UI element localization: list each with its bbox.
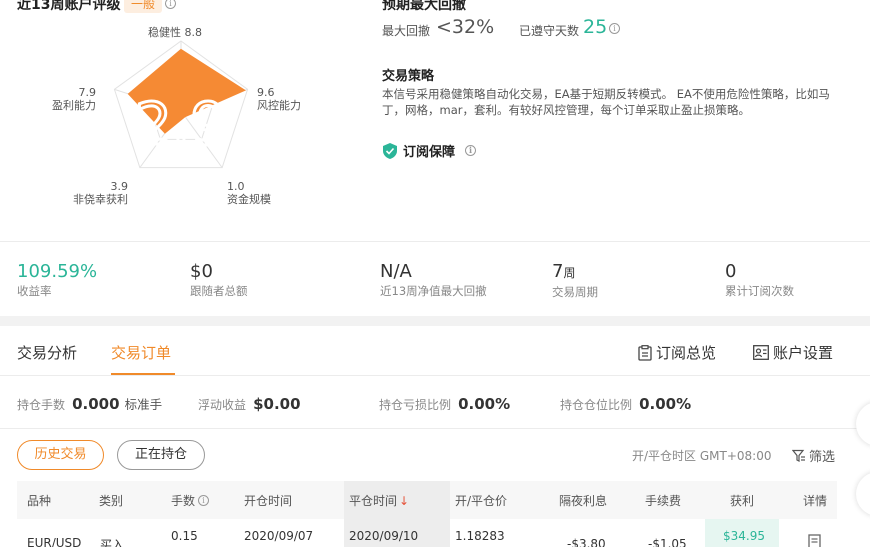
guarantee-label: 订阅保障 [403,145,456,160]
position-size-ratio: 持仓仓位比例 0.00% [560,395,692,413]
stat-return: 109.59% 收益率 [17,261,98,298]
cell-fee: -$1.05 [648,537,687,547]
th-swap: 隔夜利息 [559,494,608,508]
stat-max-drawdown: N/A 近13周净值最大回撤 [380,261,487,298]
th-lots: 手数 i [171,492,210,509]
history-trades-button[interactable]: 历史交易 [17,440,104,470]
filter-button[interactable]: 筛选 [792,446,835,465]
info-icon[interactable]: i [465,145,477,156]
radar-score-text: 2.9 [135,90,227,158]
shield-check-icon [383,142,397,159]
tab-trade-analysis[interactable]: 交易分析 [17,342,77,363]
th-profit: 获利 [730,494,755,508]
drawdown-title: 预期最大回撤 [382,0,466,13]
radar-axis-nonluck: 3.9 非侥幸获利 [73,180,128,206]
cell-price: 1.18283 [455,529,505,543]
th-open-time: 开仓时间 [244,494,293,508]
strategy-title: 交易策略 [382,69,435,84]
divider [0,241,870,242]
floating-profit: 浮动收益 $0.00 [198,395,301,413]
th-price: 开/平仓价 [455,494,508,508]
radar-axis-risk: 9.6 风控能力 [257,86,301,112]
divider [0,375,870,376]
info-icon[interactable]: i [609,23,620,34]
cell-swap: -$3.80 [567,537,606,547]
position-lots: 持仓手数 0.000 标准手 [17,395,163,413]
stat-subscriptions: 0 累计订阅次数 [725,261,794,298]
tab-trade-orders[interactable]: 交易订单 [111,342,171,363]
sort-arrow-down-icon: ↓ [399,493,410,508]
clipboard-icon [638,344,652,361]
days-label: 已遵守天数 [519,24,580,38]
floating-action-button[interactable] [856,402,870,446]
cell-details[interactable] [808,534,823,547]
cell-profit: $34.95 [723,529,765,543]
timezone-label: 开/平仓时区 GMT+08:00 [632,449,772,463]
strategy-text: 本信号采用稳健策略自动化交易，EA基于短期反转模式。 EA不使用危险性策略，比如… [382,87,830,117]
filter-icon [792,449,805,462]
open-positions-button[interactable]: 正在持仓 [117,440,205,470]
position-loss-ratio: 持仓亏损比例 0.00% [379,395,511,413]
th-close-time[interactable]: 平仓时间 ↓ [349,492,409,509]
days-value: 25 [583,16,608,38]
cell-lots: 0.15 [171,529,198,543]
th-type: 类别 [99,494,124,508]
stat-follower-total: $0 跟随者总额 [190,261,248,298]
subscription-overview-link[interactable]: 订阅总览 [638,342,716,363]
account-settings-link[interactable]: 账户设置 [753,342,833,363]
document-icon [808,534,821,547]
info-icon[interactable]: i [198,495,210,506]
divider [0,428,870,429]
th-symbol: 品种 [27,494,52,508]
max-drawdown-label: 最大回撤 [382,24,431,38]
cell-symbol: EUR/USD [27,536,82,547]
radar-axis-profit: 7.9 盈利能力 [52,86,96,112]
cell-type: 买入 [100,538,125,547]
th-details: 详情 [803,494,828,508]
floating-action-button[interactable] [856,472,870,516]
stat-trading-period: 7周 交易周期 [552,261,598,299]
section-separator [0,316,870,326]
radar-axis-stability: 稳健性 8.8 [148,26,202,39]
cell-close-time: 2020/09/10 [349,529,419,543]
radar-axis-capital: 1.0 资金规模 [227,180,271,206]
max-drawdown-value: <32% [436,16,495,38]
subscription-guarantee: 订阅保障 i [383,141,477,160]
cell-open-time: 2020/09/07 [244,529,314,543]
th-fee: 手续费 [645,494,682,508]
account-card-icon [753,345,769,360]
